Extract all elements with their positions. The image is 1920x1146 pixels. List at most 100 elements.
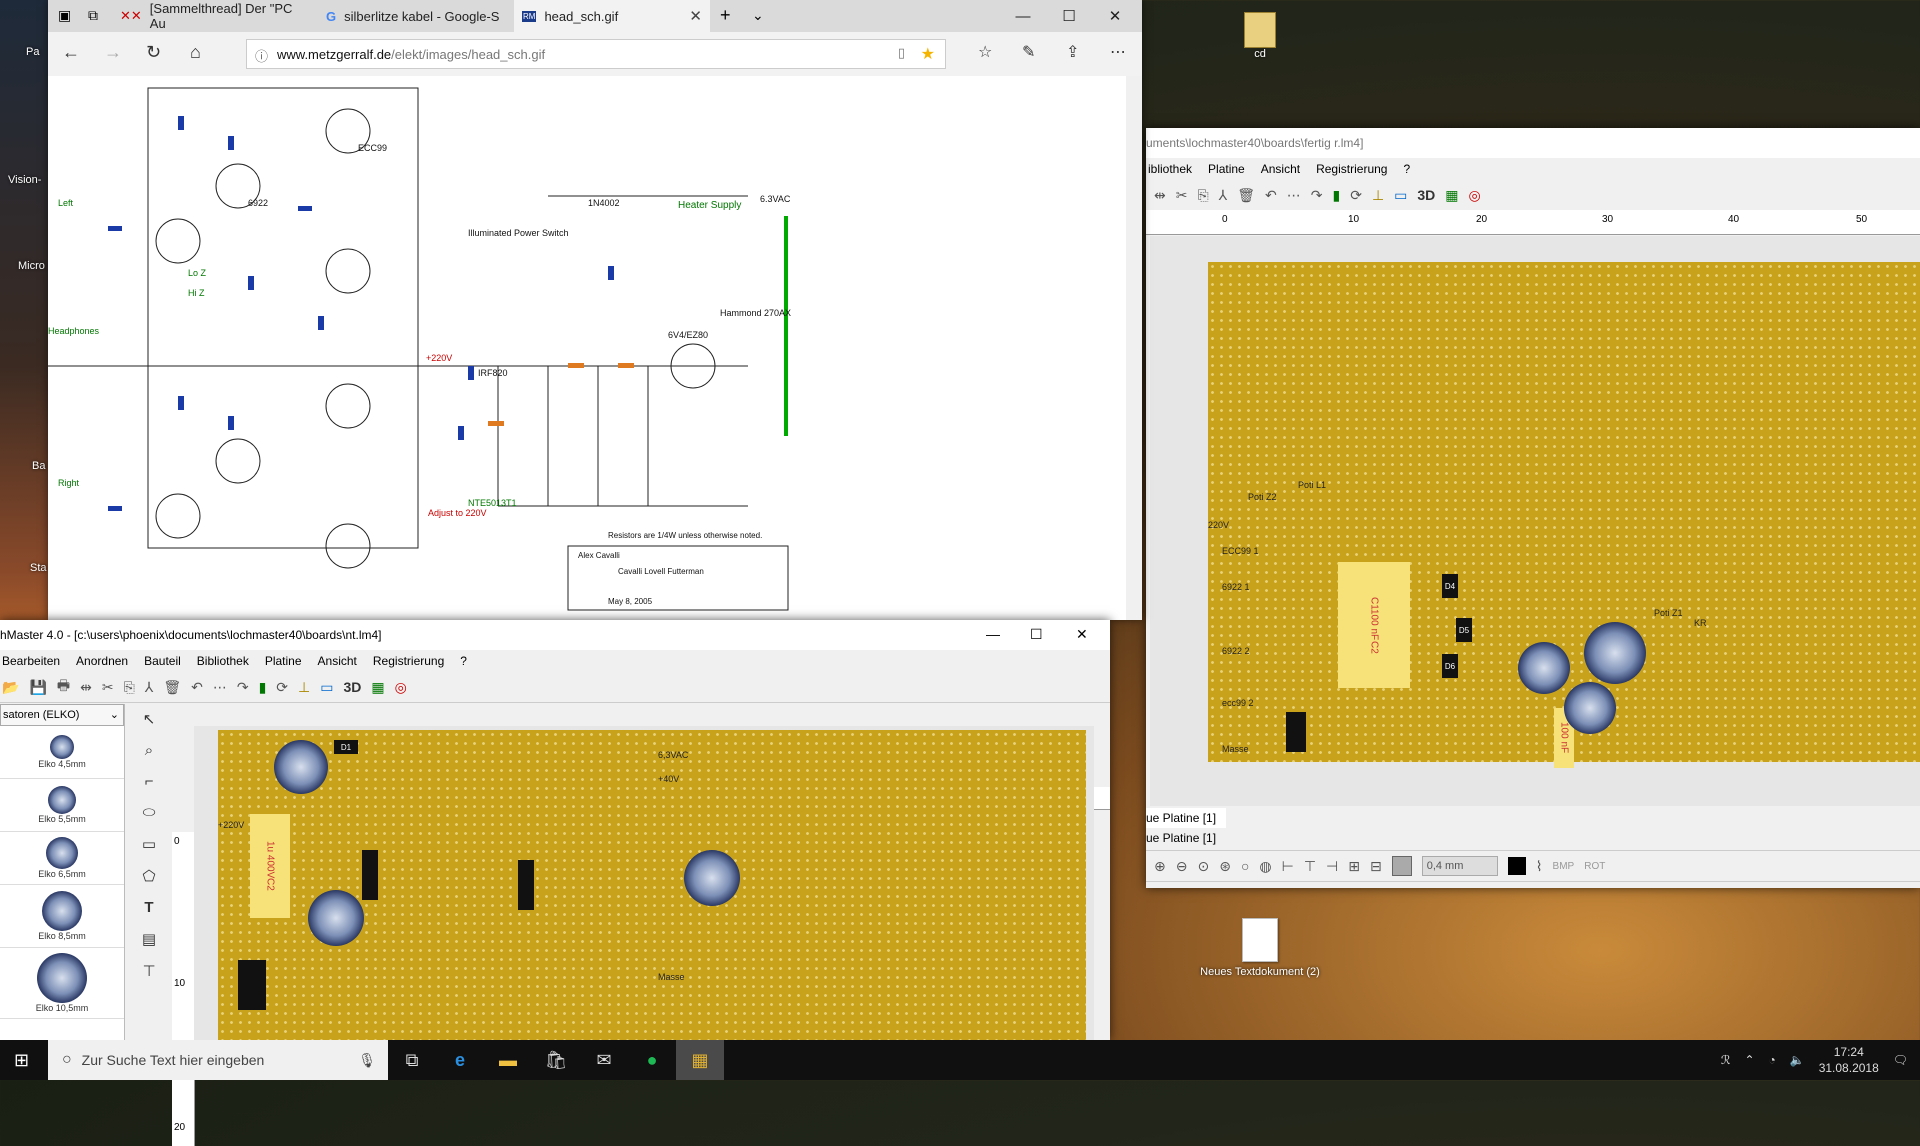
library-item[interactable]: Elko 6,5mm <box>0 832 124 885</box>
rect-tool-icon[interactable]: ▭ <box>142 835 156 853</box>
target-icon[interactable]: ◎ <box>1469 187 1481 204</box>
desktop-icon-label[interactable]: Micro <box>18 260 45 272</box>
tab-google[interactable]: G silberlitze kabel - Google-S <box>318 0 514 32</box>
pcb-board[interactable]: 6,3VAC +40V +220V Masse 1u 400V C2 D1 <box>218 730 1086 1040</box>
capacitor-c2[interactable]: 1u 400V C2 <box>250 814 290 918</box>
menu-help[interactable]: ? <box>1403 162 1410 176</box>
open-icon[interactable]: 📂 <box>2 679 19 696</box>
ic-component[interactable] <box>362 850 378 900</box>
cut-icon[interactable]: ✂ <box>1176 187 1188 204</box>
redo-icon[interactable]: ↷ <box>1311 187 1323 204</box>
forward-icon[interactable]: → <box>104 42 122 63</box>
text-tool-icon[interactable]: T <box>144 899 153 916</box>
star-icon[interactable]: ★ <box>921 44 935 64</box>
undo-icon[interactable]: ↶ <box>191 679 203 696</box>
electrolytic-capacitor[interactable] <box>274 740 328 794</box>
menu-registrierung[interactable]: Registrierung <box>1316 162 1387 176</box>
close-icon[interactable]: ✕ <box>1076 626 1088 643</box>
zoom-out-icon[interactable]: ⊖ <box>1176 858 1188 875</box>
redo-icon[interactable]: ↷ <box>237 679 249 696</box>
microphone-icon[interactable]: 🎙 <box>358 1052 376 1069</box>
mirror-icon[interactable]: ⅄ <box>145 679 154 696</box>
share-icon[interactable]: ⇪ <box>1066 42 1079 62</box>
menu-anordnen[interactable]: Anordnen <box>76 654 128 668</box>
network-icon[interactable]: ◔ <box>1769 1053 1776 1067</box>
zoom-window-icon[interactable]: ⊛ <box>1219 858 1231 875</box>
library-item[interactable]: Elko 5,5mm <box>0 779 124 832</box>
menu-ansicht[interactable]: Ansicht <box>318 654 357 668</box>
vertical-scrollbar[interactable] <box>1126 76 1142 620</box>
delete-icon[interactable]: 🗑 <box>163 679 181 696</box>
view-2d-icon[interactable]: ▭ <box>1394 187 1407 204</box>
person-icon[interactable]: ℛ <box>1721 1053 1731 1067</box>
electrolytic-capacitor[interactable] <box>308 890 364 946</box>
back-icon[interactable]: ← <box>62 42 80 63</box>
home-icon[interactable]: ⌂ <box>190 42 201 63</box>
capacitor-c1[interactable]: C1 100 nF C2 <box>1338 562 1410 688</box>
save-icon[interactable]: 💾 <box>29 679 46 696</box>
align-center-icon[interactable]: ⊤ <box>1304 858 1316 875</box>
doc-tab[interactable]: ue Platine [1] <box>1146 828 1920 848</box>
menu-bearbeiten[interactable]: Bearbeiten <box>2 654 60 668</box>
menu-ansicht[interactable]: Ansicht <box>1261 162 1300 176</box>
print-icon[interactable]: 🖶 <box>57 675 70 699</box>
diode-d1[interactable]: D1 <box>334 740 358 754</box>
zoom-icon[interactable]: ⌕ <box>145 742 153 759</box>
notification-icon[interactable]: 🗨 <box>1893 1053 1908 1067</box>
tab-head-sch[interactable]: RM head_sch.gif ✕ <box>514 0 710 32</box>
maximize-icon[interactable]: ☐ <box>1046 0 1092 32</box>
task-view-icon[interactable]: ⧉ <box>388 1040 436 1080</box>
desktop-folder-cd[interactable]: cd <box>1240 12 1280 60</box>
canvas-area[interactable]: Poti Z2 Poti L1 220V ECC99 1 6922 1 6922… <box>1150 236 1920 806</box>
tab-sammelthread[interactable]: ✕✕ [Sammelthread] Der "PC Au <box>112 0 318 32</box>
ellipse-tool-icon[interactable]: ⬭ <box>143 804 156 821</box>
rotate-icon[interactable]: ⟳ <box>276 679 288 696</box>
library-item[interactable]: Elko 10,5mm <box>0 948 124 1019</box>
electrolytic-capacitor[interactable] <box>1584 622 1646 684</box>
view-3d-icon[interactable]: 3D <box>343 679 361 695</box>
pen-icon[interactable]: ✎ <box>1022 42 1035 62</box>
ic-component[interactable] <box>518 860 534 910</box>
copy-icon[interactable]: ⎘ <box>124 679 135 696</box>
copy-icon[interactable]: ⎘ <box>1197 187 1208 204</box>
electrolytic-capacitor[interactable] <box>1564 682 1616 734</box>
desktop-textfile[interactable]: Neues Textdokument (2) <box>1200 918 1320 978</box>
diode-d4[interactable]: D4 <box>1442 574 1458 598</box>
dots-icon[interactable]: ⋯ <box>1287 187 1301 204</box>
library-item[interactable]: Elko 8,5mm <box>0 885 124 948</box>
menu-bauteil[interactable]: Bauteil <box>144 654 181 668</box>
desktop-icon-label[interactable]: Ba <box>32 460 45 472</box>
chevron-up-icon[interactable]: ⌃ <box>1744 1053 1754 1067</box>
solder-tool-icon[interactable]: ⊤ <box>142 962 155 980</box>
desktop-icon-label[interactable]: Sta <box>30 562 47 574</box>
diode-d5[interactable]: D5 <box>1456 618 1472 642</box>
zoom-reset-icon[interactable]: ◍ <box>1259 858 1271 875</box>
doc-tab[interactable]: ue Platine [1] <box>1146 808 1226 828</box>
ic-component[interactable] <box>238 960 266 1010</box>
menu-platine[interactable]: Platine <box>1208 162 1245 176</box>
menu-bibliothek[interactable]: Bibliothek <box>197 654 249 668</box>
pointer-icon[interactable]: ↖ <box>143 710 156 728</box>
component-tool-icon[interactable]: ▤ <box>142 930 156 948</box>
url-field[interactable]: ⓘ www.metzgerralf.de/elekt/images/head_s… <box>246 39 946 69</box>
dots-icon[interactable]: ⋯ <box>213 679 227 696</box>
move-icon[interactable]: ⇹ <box>1154 187 1166 204</box>
favorites-icon[interactable]: ☆ <box>978 42 992 62</box>
align-icon[interactable]: ⊥ <box>1372 187 1384 204</box>
clock[interactable]: 17:24 31.08.2018 <box>1819 1044 1879 1076</box>
category-select[interactable]: satoren (ELKO) ⌄ <box>0 704 124 726</box>
move-icon[interactable]: ⇹ <box>80 679 92 696</box>
menu-bibliothek[interactable]: ibliothek <box>1148 162 1192 176</box>
target-icon[interactable]: ◎ <box>395 679 407 696</box>
delete-icon[interactable]: 🗑 <box>1237 187 1255 204</box>
color-swatch-black[interactable] <box>1507 857 1526 875</box>
electrolytic-capacitor[interactable] <box>684 850 740 906</box>
windows-start-icon[interactable]: ⊞ <box>14 1050 29 1071</box>
arrange-icon[interactable]: ⊟ <box>1370 858 1382 875</box>
grid-icon[interactable]: ▦ <box>1445 187 1458 204</box>
refresh-icon[interactable]: ↻ <box>146 42 161 63</box>
pcb-board[interactable]: Poti Z2 Poti L1 220V ECC99 1 6922 1 6922… <box>1208 262 1920 768</box>
undo-icon[interactable]: ↶ <box>1265 187 1277 204</box>
rotate-icon[interactable]: ⟳ <box>1350 187 1362 204</box>
tab-manager-icon[interactable]: ▣ <box>58 7 71 24</box>
